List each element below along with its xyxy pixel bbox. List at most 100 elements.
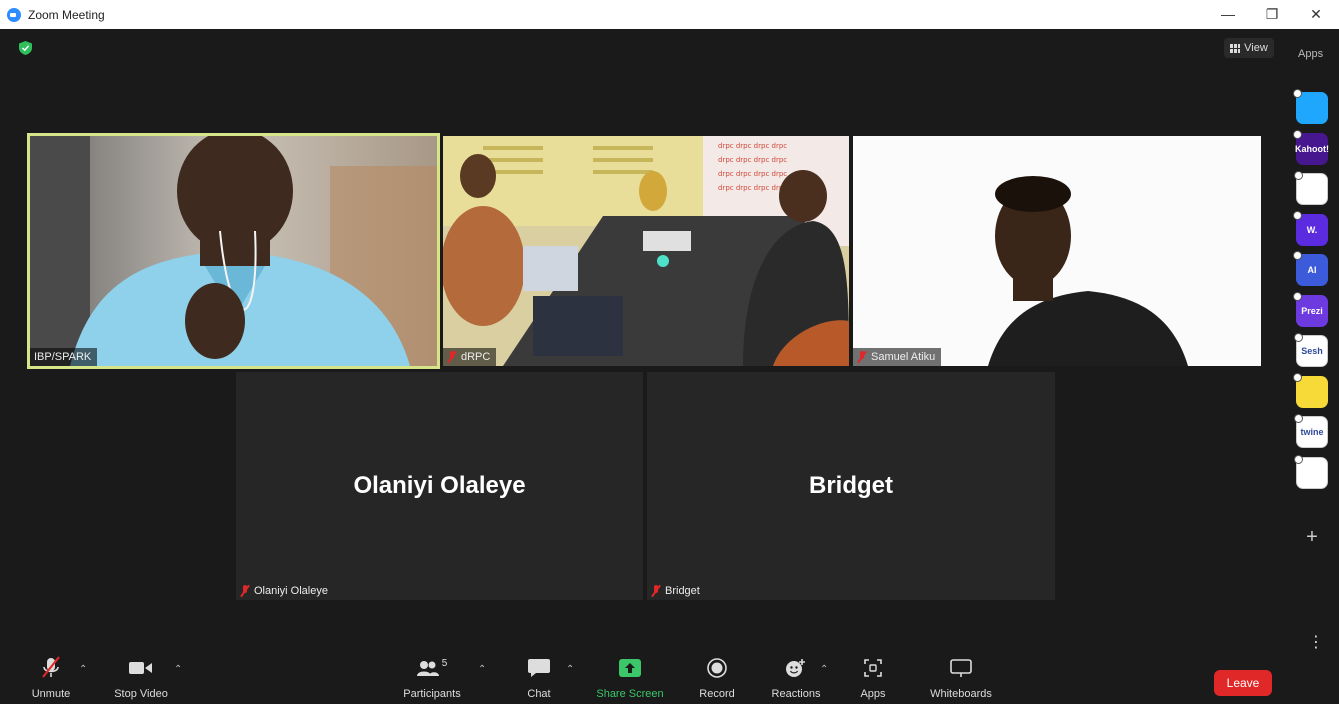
grid-view-icon	[1230, 43, 1241, 53]
add-badge-icon	[1294, 455, 1303, 464]
muted-mic-icon	[651, 584, 661, 598]
participants-button[interactable]: 5 Participants	[398, 654, 466, 704]
app-tile-twine[interactable]: twine	[1294, 414, 1328, 448]
participant-display-name: Olaniyi Olaleye	[353, 472, 526, 499]
app-tile-label: W.	[1306, 225, 1318, 235]
participant-name-tag: IBP/SPARK	[30, 348, 98, 366]
add-badge-icon	[1293, 251, 1302, 260]
view-button[interactable]: View	[1224, 38, 1274, 58]
chat-options-caret-icon[interactable]: ⌃	[566, 664, 574, 675]
reactions-label: Reactions	[771, 688, 821, 700]
participants-count: 5	[441, 658, 448, 669]
video-options-caret-icon[interactable]: ⌃	[174, 664, 182, 675]
app-tile-label: Prezi	[1301, 306, 1323, 316]
svg-text:drpc drpc drpc drpc: drpc drpc drpc drpc	[718, 156, 787, 164]
app-tile-label: Sesh	[1301, 346, 1323, 356]
share-screen-icon	[619, 659, 641, 677]
add-badge-icon	[1293, 89, 1302, 98]
video-feed-samuel-atiku	[853, 136, 1261, 366]
video-feed-drpc: drpc drpc drpc drpc drpc drpc drpc drpc dr…	[443, 136, 849, 366]
chat-icon	[528, 659, 550, 677]
share-screen-button[interactable]: Share Screen	[594, 654, 666, 704]
participant-name-tag: Samuel Atiku	[853, 348, 942, 366]
reactions-icon	[786, 659, 805, 677]
close-button[interactable]: ✕	[1294, 3, 1338, 25]
svg-text:drpc drpc drpc drpc: drpc drpc drpc drpc	[718, 170, 787, 178]
record-label: Record	[699, 688, 735, 700]
add-badge-icon	[1294, 414, 1303, 423]
apps-icon	[864, 659, 882, 677]
app-tile-kahoot[interactable]: Kahoot!	[1293, 130, 1329, 165]
window-title: Zoom Meeting	[28, 8, 105, 22]
whiteboards-button[interactable]: Whiteboards	[926, 654, 996, 704]
add-badge-icon	[1294, 333, 1303, 342]
participant-name-tag: Olaniyi Olaleye	[236, 582, 334, 600]
record-icon	[707, 658, 727, 678]
leave-button[interactable]: Leave	[1214, 670, 1272, 696]
apps-button[interactable]: Apps	[856, 654, 890, 704]
app-tile-smile[interactable]	[1293, 373, 1328, 408]
whiteboard-icon	[950, 659, 972, 677]
app-tile-ai[interactable]: AI	[1293, 251, 1328, 286]
svg-text:drpc drpc drpc drpc: drpc drpc drpc drpc	[718, 142, 787, 150]
app-tile-label: AI	[1307, 265, 1317, 275]
audio-options-caret-icon[interactable]: ⌃	[79, 664, 87, 675]
security-shield-icon[interactable]	[19, 41, 32, 55]
reactions-options-caret-icon[interactable]: ⌃	[820, 664, 828, 675]
whiteboards-label: Whiteboards	[930, 688, 992, 700]
minimize-button[interactable]: —	[1206, 3, 1250, 25]
chat-button[interactable]: Chat	[520, 654, 558, 704]
muted-mic-icon	[447, 350, 457, 364]
participant-name: Samuel Atiku	[871, 351, 936, 363]
video-tile-ibp-spark[interactable]: IBP/SPARK	[27, 133, 440, 369]
video-camera-icon	[129, 662, 152, 674]
zoom-logo-icon	[7, 8, 21, 22]
app-tile-prezi[interactable]: Prezi	[1293, 292, 1328, 327]
svg-text:drpc drpc drpc drpc: drpc drpc drpc drpc	[718, 184, 787, 192]
record-button[interactable]: Record	[694, 654, 740, 704]
video-tile-drpc[interactable]: drpc drpc drpc drpc drpc drpc drpc drpc dr…	[443, 136, 849, 366]
title-bar: Zoom Meeting — ❐ ✕	[0, 0, 1339, 29]
video-tile-bridget[interactable]: Bridget Bridget	[647, 372, 1055, 600]
app-tile-wooclap[interactable]: W.	[1293, 211, 1328, 246]
reactions-button[interactable]: Reactions	[768, 654, 824, 704]
participant-name: Olaniyi Olaleye	[254, 585, 328, 597]
participant-name: IBP/SPARK	[34, 351, 92, 363]
video-tile-olaniyi-olaleye[interactable]: Olaniyi Olaleye Olaniyi Olaleye	[236, 372, 643, 600]
app-tile-blocks[interactable]	[1294, 455, 1328, 489]
more-options-icon[interactable]: ⋮	[1308, 635, 1324, 651]
muted-mic-icon	[857, 350, 867, 364]
unmute-label: Unmute	[31, 688, 71, 700]
add-badge-icon	[1293, 130, 1302, 139]
apps-sidebar-label: Apps	[1298, 48, 1324, 60]
add-badge-icon	[1294, 171, 1303, 180]
app-tile-label: Kahoot!	[1295, 144, 1329, 154]
add-badge-icon	[1293, 292, 1302, 301]
participant-display-name: Bridget	[809, 472, 893, 499]
zoom-meeting-window: Zoom Meeting — ❐ ✕ View Apps Kahoot! W. AI…	[0, 0, 1339, 704]
app-tile-3[interactable]	[1294, 171, 1328, 205]
participant-name-tag: dRPC	[443, 348, 497, 366]
app-tile-label: twine	[1300, 427, 1324, 437]
add-app-icon[interactable]: +	[1301, 526, 1323, 548]
muted-microphone-icon	[42, 656, 60, 678]
stop-video-label: Stop Video	[114, 688, 168, 700]
participant-name: dRPC	[461, 351, 491, 363]
participants-icon	[416, 661, 439, 676]
video-tile-samuel-atiku[interactable]: Samuel Atiku	[853, 136, 1261, 366]
unmute-button[interactable]: Unmute	[28, 654, 74, 704]
participant-name: Bridget	[665, 585, 700, 597]
apps-label: Apps	[860, 688, 886, 700]
add-badge-icon	[1293, 373, 1302, 382]
video-feed-ibp-spark	[30, 136, 437, 366]
participants-options-caret-icon[interactable]: ⌃	[478, 664, 486, 675]
muted-mic-icon	[240, 584, 250, 598]
stop-video-button[interactable]: Stop Video	[112, 654, 170, 704]
meeting-toolbar: Unmute ⌃ Stop Video ⌃ 5 Participants ⌃ C…	[0, 654, 1339, 704]
app-tile-1[interactable]	[1293, 89, 1328, 124]
add-badge-icon	[1293, 211, 1302, 220]
maximize-button[interactable]: ❐	[1250, 3, 1294, 25]
participants-label: Participants	[403, 688, 461, 700]
share-screen-label: Share Screen	[596, 688, 664, 700]
app-tile-sesh[interactable]: Sesh	[1294, 333, 1328, 367]
